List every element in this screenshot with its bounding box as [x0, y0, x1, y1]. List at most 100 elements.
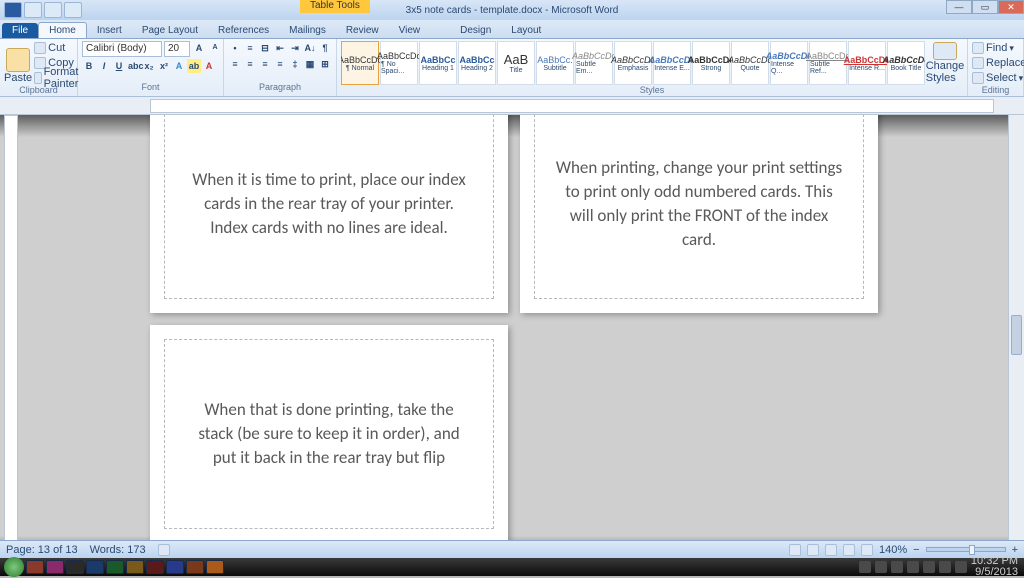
taskbar-app-6[interactable] — [126, 560, 144, 574]
text-effects-button[interactable]: A — [172, 59, 186, 73]
tray-icon[interactable] — [955, 561, 967, 573]
view-draft-button[interactable] — [861, 544, 873, 556]
index-card-1[interactable]: When it is time to print, place our inde… — [150, 115, 508, 313]
tab-references[interactable]: References — [208, 23, 279, 38]
style-quote[interactable]: AaBbCcDcQuote — [731, 41, 769, 85]
tray-icon[interactable] — [939, 561, 951, 573]
zoom-slider[interactable] — [926, 547, 1006, 552]
word-count[interactable]: Words: 173 — [90, 544, 146, 556]
change-styles-button[interactable]: Change Styles — [927, 42, 963, 84]
select-button[interactable]: Select ▾ — [972, 71, 1023, 85]
tab-insert[interactable]: Insert — [87, 23, 132, 38]
find-button[interactable]: Find ▾ — [972, 41, 1014, 55]
tab-mailings[interactable]: Mailings — [279, 23, 336, 38]
indent-increase-button[interactable]: ⇥ — [288, 41, 302, 55]
style-heading1[interactable]: AaBbCcHeading 1 — [419, 41, 457, 85]
clock-date[interactable]: 9/5/2013 — [971, 567, 1018, 578]
sort-button[interactable]: A↓ — [303, 41, 317, 55]
style-intense-em[interactable]: AaBbCcDcIntense E... — [653, 41, 691, 85]
tab-view[interactable]: View — [389, 23, 431, 38]
page-indicator[interactable]: Page: 13 of 13 — [6, 544, 78, 556]
close-button[interactable]: ✕ — [998, 0, 1024, 14]
tray-icon[interactable] — [891, 561, 903, 573]
zoom-thumb[interactable] — [969, 545, 975, 555]
scrollbar-thumb[interactable] — [1011, 315, 1022, 355]
vertical-scrollbar[interactable] — [1008, 115, 1024, 558]
shrink-font-button[interactable]: A — [208, 41, 222, 55]
taskbar-app-10[interactable] — [206, 560, 224, 574]
grow-font-button[interactable]: A — [192, 41, 206, 55]
zoom-out-button[interactable]: − — [913, 544, 919, 556]
bullets-button[interactable]: • — [228, 41, 242, 55]
taskbar-app-9[interactable] — [186, 560, 204, 574]
minimize-button[interactable]: — — [946, 0, 972, 14]
view-print-layout-button[interactable] — [789, 544, 801, 556]
line-spacing-button[interactable]: ‡ — [288, 57, 302, 71]
style-intense-q[interactable]: AaBbCcDcIntense Q... — [770, 41, 808, 85]
justify-button[interactable]: ≡ — [273, 57, 287, 71]
align-right-button[interactable]: ≡ — [258, 57, 272, 71]
show-marks-button[interactable]: ¶ — [318, 41, 332, 55]
numbering-button[interactable]: ≡ — [243, 41, 257, 55]
italic-button[interactable]: I — [97, 59, 111, 73]
index-card-3[interactable]: When that is done printing, take the sta… — [150, 325, 508, 543]
underline-button[interactable]: U — [112, 59, 126, 73]
view-full-screen-button[interactable] — [807, 544, 819, 556]
tab-layout[interactable]: Layout — [501, 23, 551, 38]
style-subtitle[interactable]: AaBbCc.Subtitle — [536, 41, 574, 85]
tab-review[interactable]: Review — [336, 23, 389, 38]
vertical-ruler[interactable] — [4, 115, 18, 558]
style-title[interactable]: AaBTitle — [497, 41, 535, 85]
highlight-button[interactable]: ab — [187, 59, 201, 73]
bold-button[interactable]: B — [82, 59, 96, 73]
undo-button[interactable] — [44, 2, 62, 18]
style-heading2[interactable]: AaBbCcHeading 2 — [458, 41, 496, 85]
strike-button[interactable]: abc — [127, 59, 141, 73]
taskbar-app-3[interactable] — [66, 560, 84, 574]
indent-decrease-button[interactable]: ⇤ — [273, 41, 287, 55]
font-size-select[interactable]: 20 — [164, 41, 190, 57]
style-subtle-ref[interactable]: AaBbCcDcSubtle Ref... — [809, 41, 847, 85]
tab-page-layout[interactable]: Page Layout — [132, 23, 208, 38]
shading-button[interactable]: ▦ — [303, 57, 317, 71]
taskbar-app-1[interactable] — [26, 560, 44, 574]
start-button[interactable] — [4, 557, 24, 577]
style-no-spacing[interactable]: AaBbCcDc¶ No Spaci... — [380, 41, 418, 85]
taskbar-app-4[interactable] — [86, 560, 104, 574]
redo-button[interactable] — [64, 2, 82, 18]
style-book-title[interactable]: AaBbCcDcBook Title — [887, 41, 925, 85]
zoom-level[interactable]: 140% — [879, 544, 907, 556]
taskbar-app-2[interactable] — [46, 560, 64, 574]
tray-icon[interactable] — [923, 561, 935, 573]
tab-home[interactable]: Home — [38, 22, 87, 38]
cut-button[interactable]: Cut — [34, 41, 83, 55]
word-icon[interactable] — [4, 2, 22, 18]
taskbar-app-7[interactable] — [146, 560, 164, 574]
tray-icon[interactable] — [907, 561, 919, 573]
view-outline-button[interactable] — [843, 544, 855, 556]
superscript-button[interactable]: x² — [157, 59, 171, 73]
taskbar-app-8[interactable] — [166, 560, 184, 574]
horizontal-ruler[interactable] — [150, 99, 994, 113]
paste-button[interactable]: Paste — [4, 42, 32, 84]
style-subtle-em[interactable]: AaBbCcDcSubtle Em... — [575, 41, 613, 85]
styles-gallery[interactable]: AaBbCcDc¶ Normal AaBbCcDc¶ No Spaci... A… — [341, 41, 925, 85]
save-button[interactable] — [24, 2, 42, 18]
font-color-button[interactable]: A — [202, 59, 216, 73]
zoom-in-button[interactable]: + — [1012, 544, 1018, 556]
proofing-icon[interactable] — [158, 544, 170, 556]
tray-icon[interactable] — [859, 561, 871, 573]
style-normal[interactable]: AaBbCcDc¶ Normal — [341, 41, 379, 85]
tray-icon[interactable] — [875, 561, 887, 573]
style-strong[interactable]: AaBbCcDcStrong — [692, 41, 730, 85]
font-name-select[interactable]: Calibri (Body) — [82, 41, 162, 57]
align-left-button[interactable]: ≡ — [228, 57, 242, 71]
tab-design[interactable]: Design — [450, 23, 501, 38]
index-card-2[interactable]: When printing, change your print setting… — [520, 115, 878, 313]
taskbar-app-5[interactable] — [106, 560, 124, 574]
document-area[interactable]: When it is time to print, place our inde… — [0, 115, 1024, 558]
subscript-button[interactable]: x₂ — [142, 59, 156, 73]
view-web-button[interactable] — [825, 544, 837, 556]
maximize-button[interactable]: ▭ — [972, 0, 998, 14]
multilevel-button[interactable]: ⊟ — [258, 41, 272, 55]
